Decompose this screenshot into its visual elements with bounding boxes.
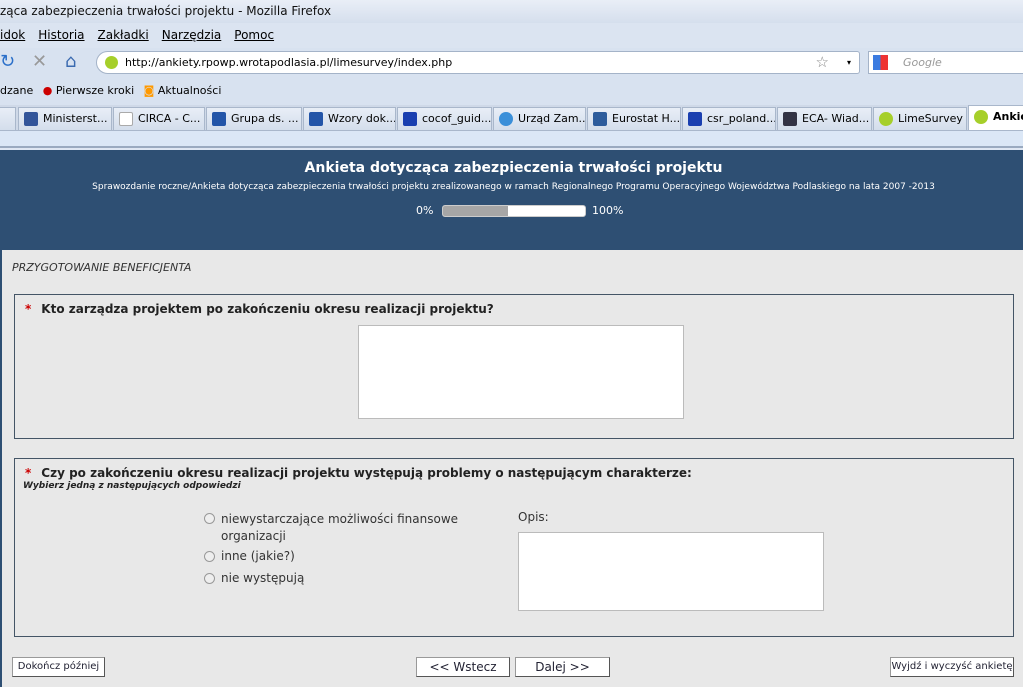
- eu-icon: [688, 112, 702, 126]
- book-icon: [783, 112, 797, 126]
- tab[interactable]: LimeSurvey: [873, 107, 967, 130]
- globe-icon: [499, 112, 513, 126]
- question-2-help: Wybierz jedną z następujących odpowiedzi: [23, 481, 241, 491]
- page-icon: [119, 112, 133, 126]
- window-title-bar: ząca zabezpieczenia trwałości projektu -…: [0, 0, 1023, 23]
- lime-icon: [879, 112, 893, 126]
- google-icon[interactable]: [873, 55, 888, 70]
- bookmark-item[interactable]: Pierwsze kroki: [56, 84, 134, 97]
- tab[interactable]: Ministerst...: [18, 107, 112, 130]
- search-input[interactable]: Google: [868, 51, 1023, 74]
- section-title: PRZYGOTOWANIE BENEFICJENTA: [12, 261, 192, 274]
- reload-icon[interactable]: ↻: [0, 52, 15, 72]
- home-icon[interactable]: ⌂: [65, 52, 76, 72]
- survey-subtitle: Sprawozdanie roczne/Ankieta dotycząca za…: [92, 182, 935, 192]
- url-text: http://ankiety.rpowp.wrotapodlasia.pl/li…: [125, 56, 453, 69]
- next-button[interactable]: Dalej >>: [515, 657, 610, 677]
- question-2-text: * Czy po zakończeniu okresu realizacji pr…: [25, 466, 692, 480]
- mrr-icon: [24, 112, 38, 126]
- menu-historia[interactable]: Historia: [38, 28, 84, 42]
- tab[interactable]: Urząd Zam...: [493, 107, 586, 130]
- firefox-icon: ●: [42, 84, 53, 97]
- question-1-textarea[interactable]: [358, 325, 684, 419]
- survey-page: Ankieta dotycząca zabezpieczenia trwałoś…: [0, 150, 1023, 687]
- url-dropdown-icon[interactable]: ▾: [847, 52, 851, 73]
- tab-bar: ... Ministerst... CIRCA - C... Grupa ds.…: [0, 105, 1023, 131]
- tab[interactable]: ECA- Wiad...: [777, 107, 872, 130]
- finish-later-button[interactable]: Dokończ później: [12, 657, 105, 677]
- question-2: * Czy po zakończeniu okresu realizacji pr…: [14, 458, 1014, 637]
- radio-button[interactable]: [204, 573, 215, 584]
- url-bar[interactable]: http://ankiety.rpowp.wrotapodlasia.pl/li…: [96, 51, 860, 74]
- survey-title: Ankieta dotycząca zabezpieczenia trwałoś…: [304, 160, 723, 176]
- lime-icon: [974, 110, 988, 124]
- radio-option-2[interactable]: inne (jakie?): [204, 549, 295, 563]
- exit-clear-button[interactable]: Wyjdź i wyczyść ankietę: [890, 657, 1014, 677]
- required-marker: *: [25, 302, 32, 316]
- menu-pomoc[interactable]: Pomoc: [234, 28, 274, 42]
- radio-option-1[interactable]: niewystarczające możliwości finansowe or…: [204, 511, 464, 545]
- page-top-strip: [0, 131, 1023, 148]
- bookmark-star-icon[interactable]: ☆: [816, 52, 829, 73]
- search-placeholder: Google: [903, 56, 942, 69]
- menu-widok[interactable]: idok: [0, 28, 25, 42]
- progress-bar: [442, 205, 586, 217]
- radio-option-3[interactable]: nie występują: [204, 571, 304, 585]
- tab[interactable]: Grupa ds. ...: [206, 107, 302, 130]
- progress-min-label: 0%: [416, 204, 434, 217]
- tab[interactable]: csr_poland...: [682, 107, 776, 130]
- menu-zakladki[interactable]: Zakładki: [98, 28, 149, 42]
- menu-bar: idok Historia Zakładki Narzędzia Pomoc: [0, 23, 1023, 48]
- flag-icon: [212, 112, 226, 126]
- required-marker: *: [25, 466, 32, 480]
- radio-button[interactable]: [204, 513, 215, 524]
- window-title: ząca zabezpieczenia trwałości projektu -…: [0, 4, 332, 18]
- progress-fill: [443, 206, 509, 216]
- bookmark-item[interactable]: dzane: [0, 84, 33, 97]
- progress-max-label: 100%: [592, 204, 624, 217]
- tab-active[interactable]: Ankie: [968, 105, 1023, 130]
- tab[interactable]: Eurostat H...: [587, 107, 681, 130]
- navigation-toolbar: ↻ ✕ ⌂ http://ankiety.rpowp.wrotapodlasia…: [0, 48, 1023, 77]
- tab[interactable]: Wzory dok...: [303, 107, 396, 130]
- tab[interactable]: ...: [0, 107, 16, 130]
- tab[interactable]: cocof_guid...: [397, 107, 492, 130]
- question-1: * Kto zarządza projektem po zakończeniu o…: [14, 294, 1014, 439]
- question-1-text: * Kto zarządza projektem po zakończeniu o…: [25, 302, 494, 316]
- comment-textarea[interactable]: [518, 532, 824, 611]
- stop-icon[interactable]: ✕: [32, 52, 47, 72]
- comment-label: Opis:: [518, 510, 549, 524]
- eurostat-icon: [593, 112, 607, 126]
- eu-icon: [403, 112, 417, 126]
- bookmark-item[interactable]: Aktualności: [158, 84, 222, 97]
- radio-button[interactable]: [204, 551, 215, 562]
- lime-site-icon: [105, 56, 118, 69]
- tab[interactable]: CIRCA - C...: [113, 107, 205, 130]
- back-button[interactable]: << Wstecz: [416, 657, 510, 677]
- bookmarks-toolbar: dzane ● Pierwsze kroki ◙ Aktualności: [0, 77, 1023, 105]
- menu-narzedzia[interactable]: Narzędzia: [162, 28, 222, 42]
- rss-icon: ◙: [143, 84, 155, 97]
- survey-header: Ankieta dotycząca zabezpieczenia trwałoś…: [2, 150, 1023, 250]
- flag-icon: [309, 112, 323, 126]
